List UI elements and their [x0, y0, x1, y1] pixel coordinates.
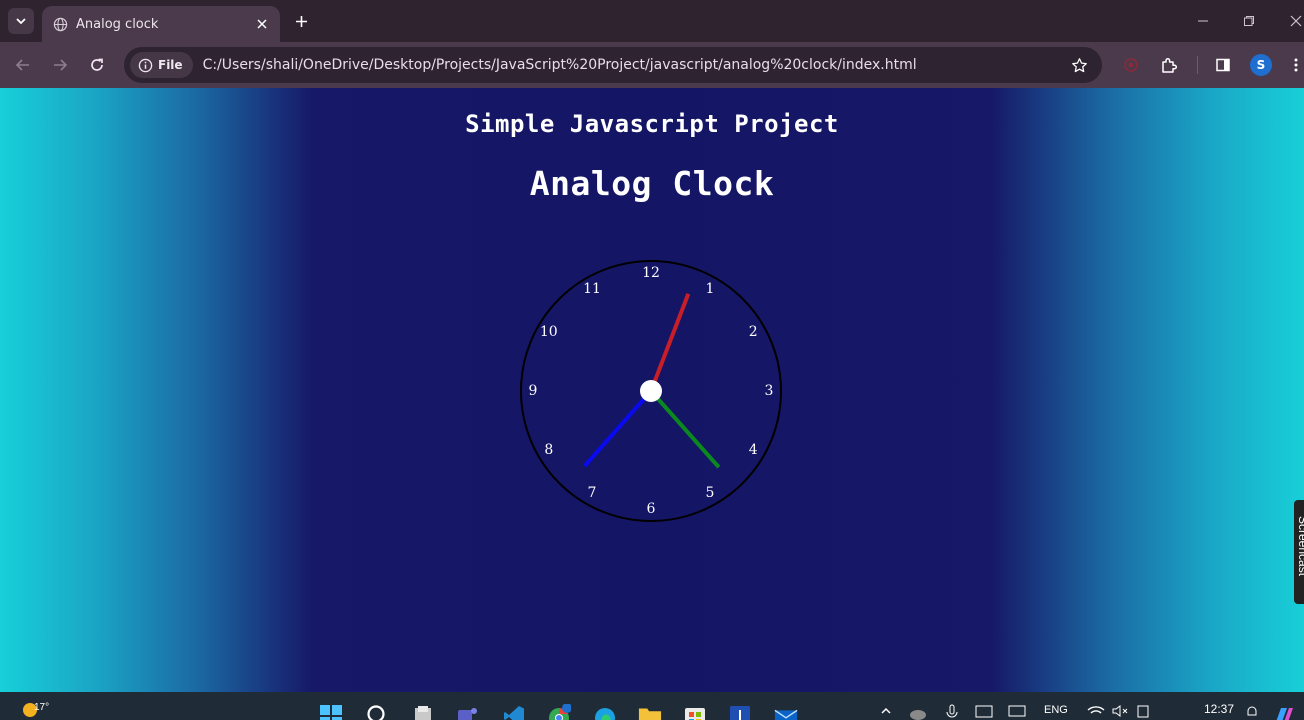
clock-center-dot	[640, 380, 662, 402]
back-arrow-icon[interactable]	[11, 53, 35, 77]
clock-number-8: 8	[544, 442, 553, 458]
microphone-icon[interactable]	[940, 704, 964, 720]
weather-temp: 17°	[34, 702, 50, 713]
clock-number-2: 2	[749, 324, 758, 340]
notification-bell-icon[interactable]	[1240, 704, 1264, 720]
display-icon[interactable]	[1005, 704, 1029, 720]
teams-icon[interactable]	[455, 704, 479, 720]
minute-hand	[649, 389, 721, 469]
clock-number-12: 12	[642, 265, 660, 281]
hour-hand	[583, 389, 653, 468]
browser-tab[interactable]: Analog clock	[42, 6, 280, 42]
restore-icon[interactable]	[1237, 9, 1261, 33]
word-icon[interactable]	[728, 704, 752, 720]
screencast-badge[interactable]: Screencast	[1294, 500, 1304, 604]
info-icon	[138, 58, 153, 72]
chevron-up-icon[interactable]	[874, 704, 898, 720]
clock-number-3: 3	[765, 383, 774, 399]
minimize-icon[interactable]	[1191, 9, 1215, 33]
clock-number-9: 9	[529, 383, 538, 399]
mail-icon[interactable]	[774, 704, 798, 720]
edge-icon[interactable]	[593, 704, 617, 720]
clock-number-11: 11	[583, 281, 601, 297]
globe-icon	[52, 16, 68, 32]
windows-taskbar: 17° ENG 12:37	[0, 692, 1304, 720]
clock-number-1: 1	[706, 281, 715, 297]
search-icon[interactable]	[365, 704, 389, 720]
site-info-chip[interactable]: File	[130, 52, 193, 78]
copilot-icon[interactable]	[1272, 704, 1296, 720]
browser-toolbar: File C:/Users/shali/OneDrive/Desktop/Pro…	[0, 42, 1304, 88]
extensions-puzzle-icon[interactable]	[1157, 53, 1181, 77]
start-icon[interactable]	[319, 704, 343, 720]
clock-number-10: 10	[540, 324, 558, 340]
page-viewport: Simple Javascript Project Analog Clock 1…	[0, 88, 1304, 692]
record-extension-icon[interactable]	[1119, 53, 1143, 77]
wifi-icon[interactable]	[1084, 704, 1108, 720]
new-tab-icon[interactable]	[290, 10, 312, 32]
side-panel-icon[interactable]	[1211, 53, 1235, 77]
close-tab-icon[interactable]	[250, 12, 274, 36]
bookmark-star-icon[interactable]	[1066, 52, 1092, 78]
reload-icon[interactable]	[85, 53, 109, 77]
vscode-icon[interactable]	[502, 704, 526, 720]
second-hand	[649, 293, 691, 392]
clock-number-4: 4	[749, 442, 758, 458]
page-title: Analog Clock	[529, 164, 775, 203]
page-subtitle: Simple Javascript Project	[465, 110, 839, 138]
file-app-icon[interactable]	[411, 704, 435, 720]
language-indicator[interactable]: ENG	[1044, 704, 1068, 716]
site-chip-label: File	[158, 58, 183, 72]
forward-arrow-icon[interactable]	[48, 53, 72, 77]
cloud-sync-icon[interactable]	[906, 704, 930, 720]
title-bar: Analog clock	[0, 0, 1304, 42]
url-text[interactable]: C:/Users/shali/OneDrive/Desktop/Projects…	[203, 57, 1066, 73]
profile-avatar[interactable]: S	[1250, 54, 1272, 76]
analog-clock: 121234567891011	[520, 260, 782, 522]
store-icon[interactable]	[683, 704, 707, 720]
chrome-icon[interactable]	[547, 704, 571, 720]
chevron-down-icon	[16, 18, 26, 25]
toolbar-divider	[1197, 56, 1198, 74]
clock-number-5: 5	[706, 485, 715, 501]
file-explorer-icon[interactable]	[638, 704, 662, 720]
battery-icon[interactable]	[1132, 704, 1156, 720]
more-menu-icon[interactable]	[1284, 53, 1304, 77]
close-window-icon[interactable]	[1284, 9, 1304, 33]
clock-number-6: 6	[647, 501, 656, 517]
system-time[interactable]: 12:37	[1204, 702, 1234, 716]
tab-title: Analog clock	[76, 16, 159, 32]
keyboard-icon[interactable]	[972, 704, 996, 720]
tab-search-button[interactable]	[8, 8, 34, 34]
volume-muted-icon[interactable]	[1108, 704, 1132, 720]
address-bar[interactable]: File C:/Users/shali/OneDrive/Desktop/Pro…	[124, 47, 1102, 83]
clock-number-7: 7	[588, 485, 597, 501]
